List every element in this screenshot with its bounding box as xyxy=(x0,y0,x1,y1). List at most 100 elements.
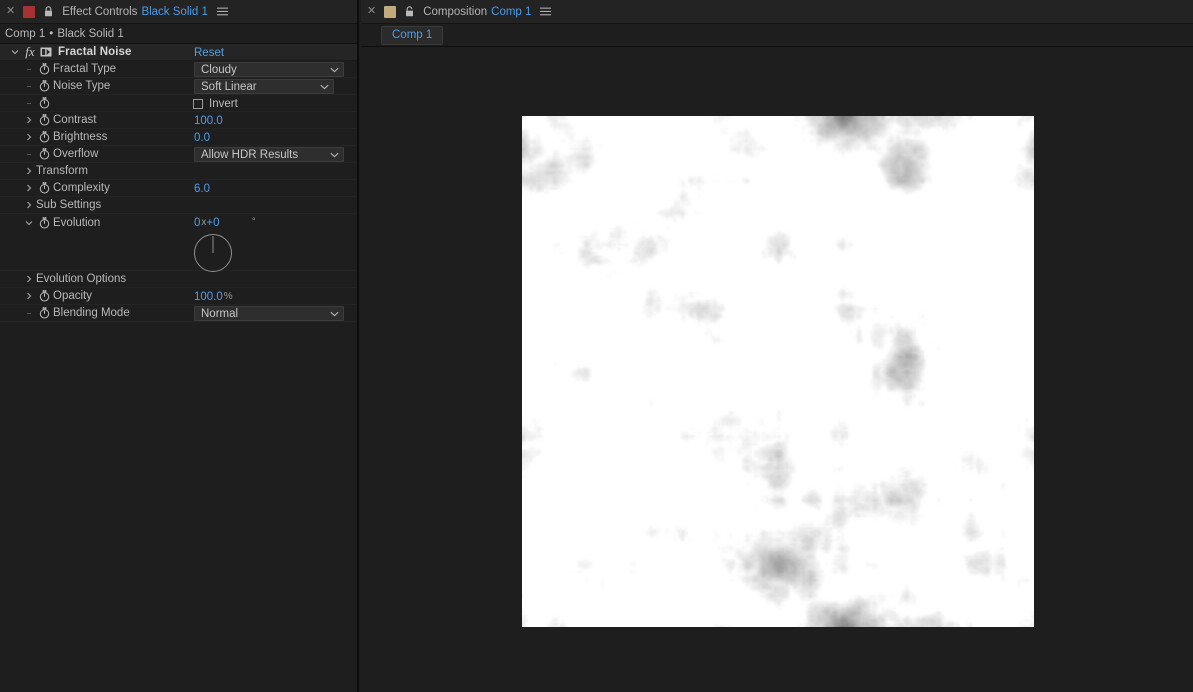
keyframe-dash-icon xyxy=(22,85,36,87)
hamburger-menu-icon[interactable] xyxy=(216,7,228,16)
keyframe-dash-icon xyxy=(22,102,36,104)
chevron-right-icon[interactable] xyxy=(22,167,36,175)
evolution-degrees[interactable]: +0 xyxy=(206,217,219,229)
dropdown-value: Cloudy xyxy=(201,63,237,76)
composition-color-swatch[interactable] xyxy=(384,5,397,18)
property-row-evolution[interactable]: Evolution 0 x +0 ° xyxy=(0,214,357,272)
tab-title-text: Effect Controls xyxy=(62,5,138,18)
lock-icon[interactable] xyxy=(44,6,53,17)
property-row-blending-mode[interactable]: Blending Mode Normal xyxy=(0,305,357,322)
property-value[interactable]: 100.0% xyxy=(194,288,233,305)
breadcrumb: Comp 1 • Black Solid 1 xyxy=(0,24,357,44)
chevron-right-icon[interactable] xyxy=(22,292,36,300)
composition-tab-label[interactable]: Composition Comp 1 xyxy=(423,6,531,18)
property-value: Allow HDR Results xyxy=(194,146,344,163)
close-icon[interactable]: ✕ xyxy=(367,6,376,17)
stopwatch-icon[interactable] xyxy=(36,97,53,109)
chevron-right-icon[interactable] xyxy=(22,133,36,141)
property-row-brightness[interactable]: Brightness 0.0 xyxy=(0,129,357,146)
contrast-value[interactable]: 100.0 xyxy=(194,115,223,127)
effect-name: Fractal Noise xyxy=(58,46,132,58)
evolution-angle-dial[interactable] xyxy=(194,234,232,272)
evolution-label-cluster: Evolution xyxy=(0,214,100,231)
after-effects-window: ✕ Effect ControlsBlack Solid 1 Comp 1 • xyxy=(0,0,1193,692)
property-row-invert[interactable]: Invert xyxy=(0,95,357,112)
keyframe-dash-icon xyxy=(22,312,36,314)
stopwatch-icon[interactable] xyxy=(36,216,53,229)
chevron-right-icon[interactable] xyxy=(22,116,36,124)
property-label: Overflow xyxy=(53,148,99,160)
property-value[interactable]: 0.0 xyxy=(194,129,210,146)
chevron-down-icon[interactable] xyxy=(22,219,36,227)
property-label: Complexity xyxy=(53,182,110,194)
keyframe-dash-icon xyxy=(22,153,36,155)
property-value: Invert xyxy=(193,95,238,112)
effect-controls-tab-label[interactable]: Effect Controls Black Solid 1 xyxy=(62,6,208,18)
lock-icon[interactable] xyxy=(405,6,414,17)
invert-checkbox[interactable]: Invert xyxy=(193,98,238,110)
property-row-sub-settings[interactable]: Sub Settings xyxy=(0,197,357,214)
checkbox-label: Invert xyxy=(209,97,238,110)
stopwatch-icon[interactable] xyxy=(36,307,53,319)
stopwatch-icon[interactable] xyxy=(36,131,53,143)
property-value: Cloudy xyxy=(194,61,344,78)
brightness-value[interactable]: 0.0 xyxy=(194,132,210,144)
property-row-opacity[interactable]: Opacity 100.0% xyxy=(0,288,357,305)
property-row-overflow[interactable]: Overflow Allow HDR Results xyxy=(0,146,357,163)
overflow-dropdown[interactable]: Allow HDR Results xyxy=(194,147,344,162)
keyframe-dash-icon xyxy=(22,68,36,70)
effect-controls-panel: ✕ Effect ControlsBlack Solid 1 Comp 1 • xyxy=(0,0,359,692)
stopwatch-icon[interactable] xyxy=(36,114,53,126)
property-row-fractal-type[interactable]: Fractal Type Cloudy xyxy=(0,61,357,78)
property-row-noise-type[interactable]: Noise Type Soft Linear xyxy=(0,78,357,95)
property-label: Blending Mode xyxy=(53,307,130,319)
property-row-transform[interactable]: Transform xyxy=(0,163,357,180)
dial-needle xyxy=(212,236,214,253)
breadcrumb-comp[interactable]: Comp 1 xyxy=(5,28,45,40)
property-label: Evolution Options xyxy=(36,273,127,285)
opacity-unit: % xyxy=(223,291,233,302)
tab-subject-text: Black Solid 1 xyxy=(141,5,208,18)
fractal-noise-render xyxy=(522,116,1034,627)
effect-toggle-icon[interactable] xyxy=(39,47,52,58)
comp-breadcrumb-chip[interactable]: Comp 1 xyxy=(381,25,444,45)
breadcrumb-separator: • xyxy=(49,27,54,40)
opacity-value[interactable]: 100.0 xyxy=(194,291,223,303)
evolution-revolutions[interactable]: 0 xyxy=(194,217,200,229)
property-label: Sub Settings xyxy=(36,199,102,211)
stopwatch-icon[interactable] xyxy=(36,290,53,302)
stopwatch-icon[interactable] xyxy=(36,148,53,160)
blending-mode-dropdown[interactable]: Normal xyxy=(194,306,344,321)
property-label: Noise Type xyxy=(53,80,111,92)
hamburger-menu-icon[interactable] xyxy=(540,7,552,16)
property-row-contrast[interactable]: Contrast 100.0 xyxy=(0,112,357,129)
close-icon[interactable]: ✕ xyxy=(6,6,15,17)
property-value[interactable]: 6.0 xyxy=(194,180,210,197)
fractal-type-dropdown[interactable]: Cloudy xyxy=(194,62,344,77)
chevron-down-icon xyxy=(330,311,339,317)
degree-symbol: ° xyxy=(252,216,256,226)
chevron-right-icon[interactable] xyxy=(22,184,36,192)
property-label: Transform xyxy=(36,165,88,177)
property-row-evolution-options[interactable]: Evolution Options xyxy=(0,271,357,288)
noise-type-dropdown[interactable]: Soft Linear xyxy=(194,79,334,94)
evolution-value[interactable]: 0 x +0 xyxy=(194,214,220,231)
chevron-right-icon[interactable] xyxy=(22,275,36,283)
stopwatch-icon[interactable] xyxy=(36,182,53,194)
chevron-right-icon[interactable] xyxy=(22,201,36,209)
dropdown-value: Normal xyxy=(201,307,239,320)
property-value[interactable]: 100.0 xyxy=(194,112,223,129)
breadcrumb-layer[interactable]: Black Solid 1 xyxy=(57,28,123,40)
property-row-complexity[interactable]: Complexity 6.0 xyxy=(0,180,357,197)
composition-panel: ✕ Composition Comp 1 Comp 1 xyxy=(361,0,1193,692)
chevron-down-icon[interactable] xyxy=(8,48,22,56)
effect-header-row[interactable]: fx Fractal Noise Reset xyxy=(0,44,357,61)
complexity-value[interactable]: 6.0 xyxy=(194,183,210,195)
dropdown-value: Allow HDR Results xyxy=(201,148,299,161)
stopwatch-icon[interactable] xyxy=(36,80,53,92)
composition-viewer[interactable] xyxy=(361,48,1193,692)
chevron-down-icon xyxy=(330,67,339,73)
layer-color-swatch[interactable] xyxy=(23,5,36,18)
reset-button[interactable]: Reset xyxy=(194,44,224,61)
stopwatch-icon[interactable] xyxy=(36,63,53,75)
